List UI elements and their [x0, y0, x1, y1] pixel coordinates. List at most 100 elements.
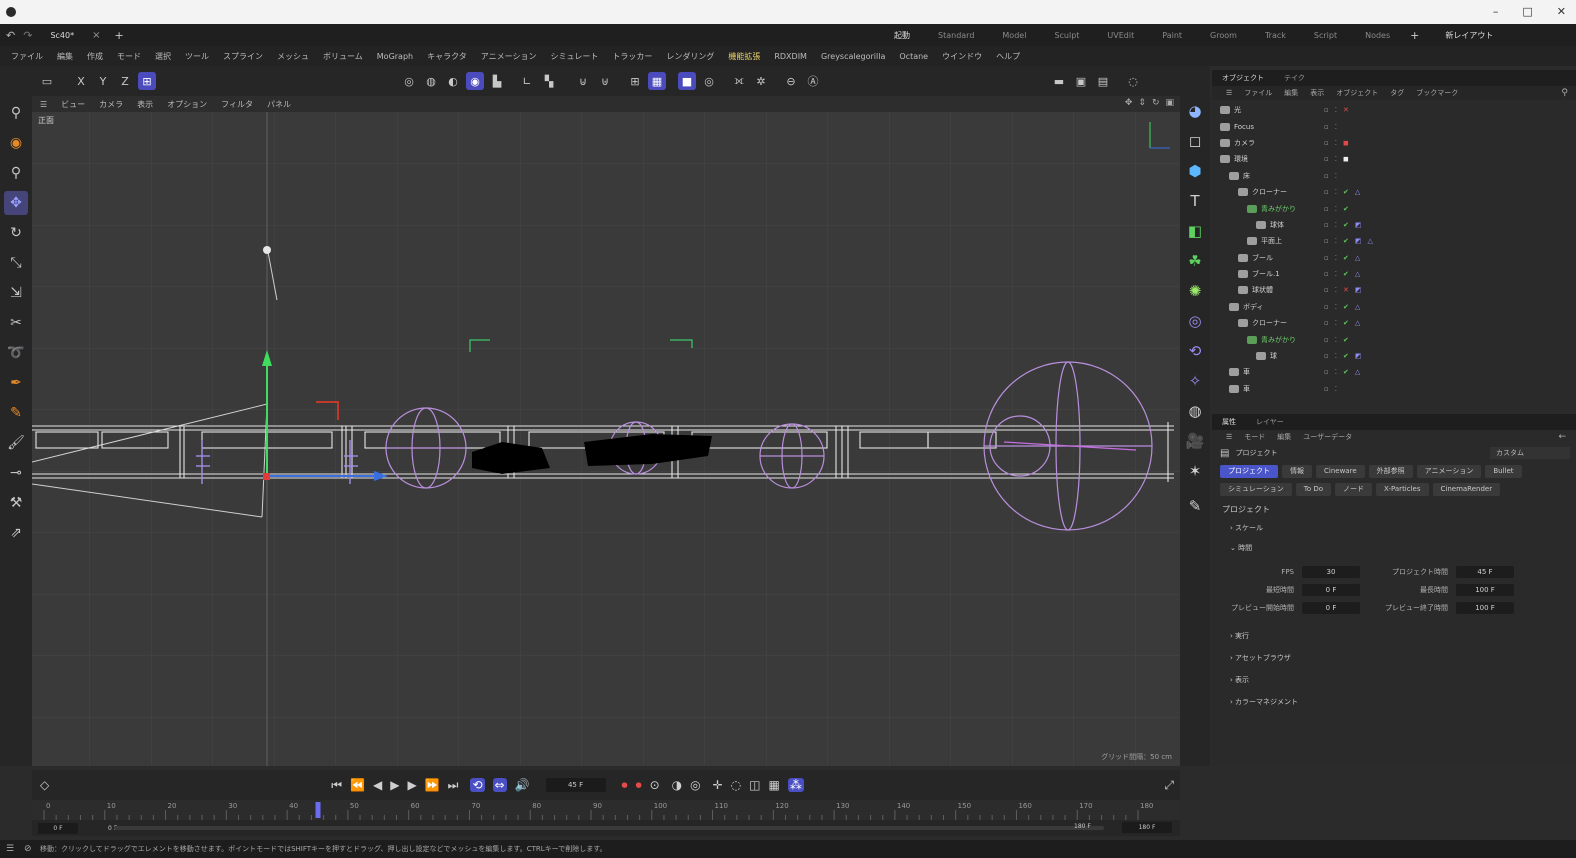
- key-pla-button[interactable]: ◫: [749, 778, 760, 792]
- enabled-check-icon[interactable]: ✔: [1343, 188, 1349, 196]
- object-flags[interactable]: ▫ ⁚ ✔: [1324, 205, 1349, 213]
- enabled-check-icon[interactable]: ✔: [1343, 303, 1349, 311]
- point-mode-icon[interactable]: ◐: [444, 72, 462, 90]
- mograph-tag-icon[interactable]: △: [1367, 237, 1372, 245]
- menu-item-character[interactable]: キャラクタ: [420, 51, 474, 62]
- preview-range-button[interactable]: ⇔: [492, 778, 507, 792]
- tab-attributes[interactable]: 属性: [1212, 417, 1246, 427]
- camera-object-icon[interactable]: ◕: [1183, 99, 1207, 123]
- object-name[interactable]: ボディ: [1243, 302, 1264, 312]
- visibility-dots-icon[interactable]: ⁚: [1335, 123, 1337, 131]
- attr-menu-edit[interactable]: 編集: [1271, 432, 1297, 442]
- visibility-dots-icon[interactable]: ⁚: [1335, 172, 1337, 180]
- object-row[interactable]: 青みがかり ▫ ⁚ ✔: [1212, 331, 1576, 347]
- menu-item-animate[interactable]: アニメーション: [474, 51, 544, 62]
- disabled-x-icon[interactable]: ✕: [1343, 106, 1349, 114]
- brush-tool-icon[interactable]: 🖌: [4, 431, 28, 455]
- layer-dot-icon[interactable]: ▫: [1324, 270, 1329, 278]
- menu-item-simulate[interactable]: シミュレート: [543, 51, 605, 62]
- document-tab[interactable]: Sc40*: [50, 31, 74, 40]
- menu-item-mesh[interactable]: メッシュ: [270, 51, 316, 62]
- next-frame-button[interactable]: ▶: [407, 778, 416, 792]
- snap-icon[interactable]: ⊍: [574, 72, 592, 90]
- coordinate-system-button[interactable]: ⊞: [138, 72, 156, 90]
- attr-tab-project[interactable]: プロジェクト: [1220, 464, 1278, 478]
- enabled-check-icon[interactable]: ✔: [1343, 270, 1349, 278]
- object-row[interactable]: ブール.1 ▫ ⁚ ✔ △: [1212, 266, 1576, 282]
- go-to-end-button[interactable]: ⏭: [448, 778, 459, 793]
- object-row[interactable]: 球 ▫ ⁚ ✔ ◩: [1212, 348, 1576, 364]
- enabled-check-icon[interactable]: ✔: [1343, 221, 1349, 229]
- snap-settings-icon[interactable]: ⊎: [596, 72, 614, 90]
- object-flags[interactable]: ▫ ⁚ ✔ △: [1324, 254, 1360, 262]
- attr-tab-bullet[interactable]: Bullet: [1485, 464, 1522, 478]
- mograph-cloner-icon[interactable]: ☘: [1183, 249, 1207, 273]
- enabled-check-icon[interactable]: ✔: [1343, 254, 1349, 262]
- layer-dot-icon[interactable]: ▫: [1324, 303, 1329, 311]
- object-flags[interactable]: ▫ ⁚: [1324, 385, 1337, 393]
- menu-item-select[interactable]: 選択: [148, 51, 178, 62]
- key-rotation-button[interactable]: ◎: [690, 778, 700, 792]
- keyframe-diamond-icon[interactable]: ◇: [40, 778, 49, 792]
- enabled-check-icon[interactable]: ✔: [1343, 352, 1349, 360]
- object-flags[interactable]: ▫ ⁚ ✕ ◩: [1324, 286, 1361, 294]
- move-tool-icon[interactable]: ✥: [4, 191, 28, 215]
- attr-menu-icon[interactable]: ☰: [1220, 433, 1238, 441]
- object-row[interactable]: 球体 ▫ ⁚ ✔ ◩: [1212, 217, 1576, 233]
- layout-tab[interactable]: Groom: [1196, 31, 1251, 40]
- material-tag-icon[interactable]: ◩: [1355, 286, 1362, 294]
- menu-item-rdxdim[interactable]: RDXDIM: [767, 52, 814, 61]
- keyframe-selection-button[interactable]: ⊙: [650, 778, 660, 792]
- render-settings-icon[interactable]: Ⓐ: [804, 72, 822, 90]
- viewport-menu-options[interactable]: オプション: [160, 99, 214, 110]
- render-picture-icon[interactable]: ▣: [1072, 72, 1090, 90]
- viewport-menu-icon[interactable]: ☰: [32, 100, 54, 109]
- undo-history-icon[interactable]: ▭: [38, 72, 56, 90]
- object-row[interactable]: 車 ▫ ⁚ ✔ △: [1212, 364, 1576, 380]
- attr-tab-todo[interactable]: To Do: [1295, 482, 1332, 496]
- visibility-dots-icon[interactable]: ⁚: [1335, 106, 1337, 114]
- object-name[interactable]: 光: [1234, 105, 1241, 115]
- layer-dot-icon[interactable]: ▫: [1324, 188, 1329, 196]
- layer-dot-icon[interactable]: ▫: [1324, 286, 1329, 294]
- layer-dot-icon[interactable]: ▫: [1324, 319, 1329, 327]
- attr-field-input[interactable]: 30: [1302, 566, 1360, 578]
- attr-field-input[interactable]: 0 F: [1302, 602, 1360, 614]
- maximize-button[interactable]: □: [1522, 5, 1532, 18]
- menu-item-mograph[interactable]: MoGraph: [370, 52, 420, 61]
- previous-key-button[interactable]: ⏪: [350, 778, 365, 792]
- spline-pen-icon[interactable]: ✒: [4, 371, 28, 395]
- deformer-icon[interactable]: ✺: [1183, 279, 1207, 303]
- object-name[interactable]: クローナー: [1252, 187, 1287, 197]
- visibility-dots-icon[interactable]: ⁚: [1335, 205, 1337, 213]
- layout-tab[interactable]: UVEdit: [1093, 31, 1148, 40]
- object-flags[interactable]: ▫ ⁚ ✔ ◩: [1324, 352, 1361, 360]
- display-tag-icon[interactable]: △: [1355, 270, 1360, 278]
- object-flags[interactable]: ▫ ⁚ ✔ ◩: [1324, 221, 1361, 229]
- visibility-dots-icon[interactable]: ⁚: [1335, 319, 1337, 327]
- layout-tab[interactable]: Nodes: [1351, 31, 1404, 40]
- timeline-ruler[interactable]: 0 10 20 30 40 50 60 70 80 90 100 110 120 130 140 150 160…: [32, 800, 1180, 820]
- front-viewport[interactable]: 正面 グリッド間隔：50 cm: [32, 112, 1180, 766]
- om-search-icon[interactable]: ⚲: [1561, 88, 1576, 98]
- layout-tab[interactable]: Paint: [1148, 31, 1196, 40]
- menu-item-mode[interactable]: モード: [110, 51, 148, 62]
- display-tag-icon[interactable]: △: [1355, 303, 1360, 311]
- attr-menu-mode[interactable]: モード: [1238, 432, 1271, 442]
- menu-item-help[interactable]: ヘルプ: [989, 51, 1027, 62]
- object-row[interactable]: 光 ▫ ⁚ ✕: [1212, 102, 1576, 118]
- render-settings-button[interactable]: ◌: [1124, 72, 1142, 90]
- layout-tab[interactable]: Standard: [924, 31, 988, 40]
- material-tag-icon[interactable]: ◩: [1355, 352, 1362, 360]
- object-flags[interactable]: ▫ ⁚ ✔ △: [1324, 270, 1360, 278]
- visibility-dots-icon[interactable]: ⁚: [1335, 352, 1337, 360]
- edge-mode-icon[interactable]: ◉: [466, 72, 484, 90]
- visibility-dots-icon[interactable]: ⁚: [1335, 139, 1337, 147]
- next-key-button[interactable]: ⏩: [425, 778, 440, 792]
- generator-icon[interactable]: ◧: [1183, 219, 1207, 243]
- timeline-settings-button[interactable]: ▦: [769, 778, 780, 792]
- attr-mode-select[interactable]: カスタム: [1490, 447, 1570, 459]
- playhead[interactable]: [315, 802, 321, 818]
- object-row[interactable]: クローナー ▫ ⁚ ✔ △: [1212, 315, 1576, 331]
- visibility-dots-icon[interactable]: ⁚: [1335, 303, 1337, 311]
